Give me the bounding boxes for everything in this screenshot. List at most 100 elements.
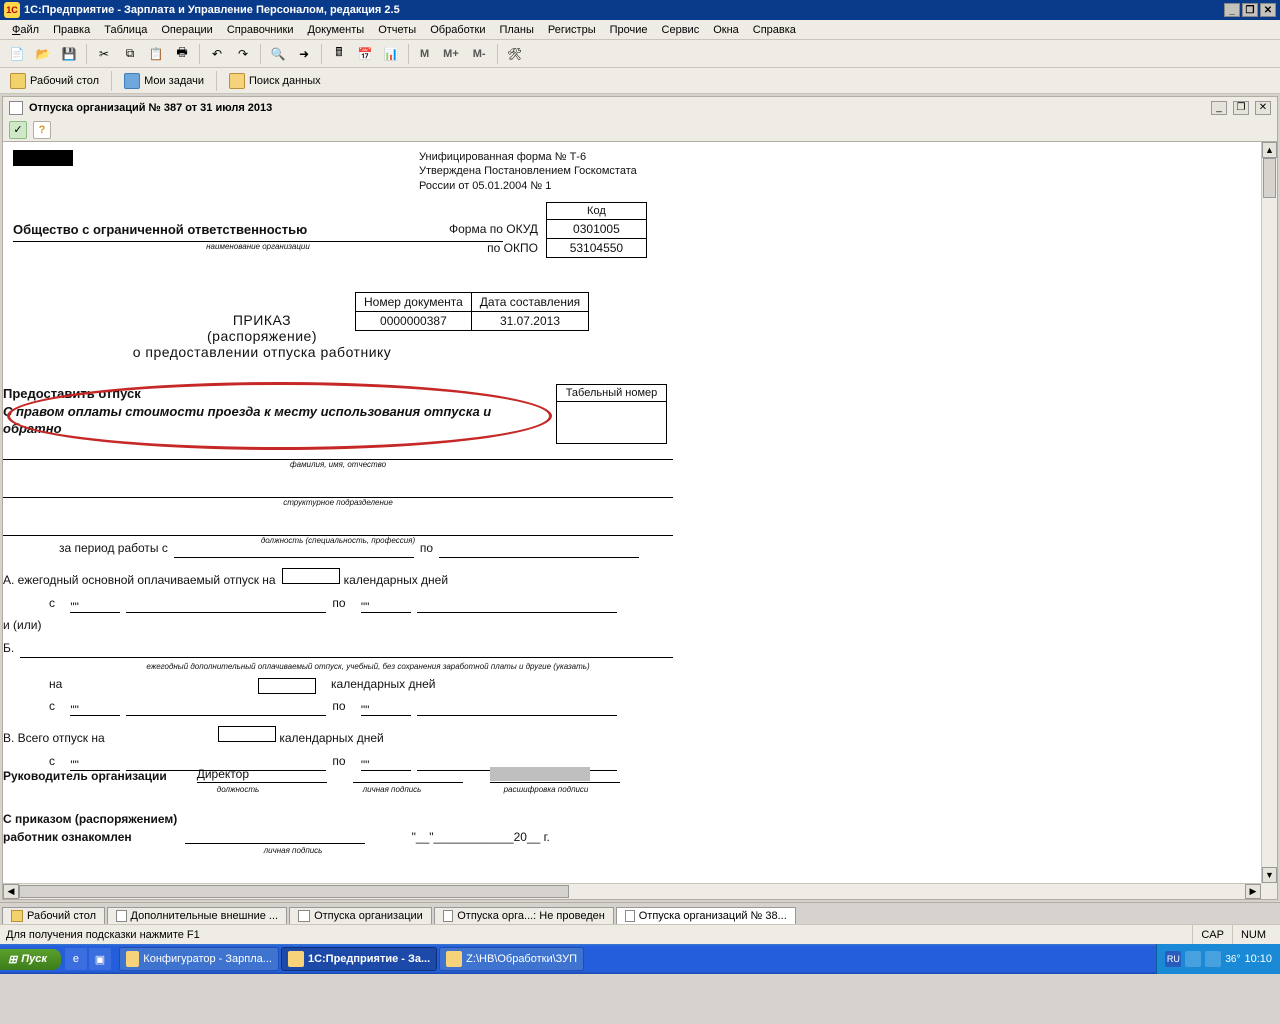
okpo-code: 53104550	[546, 239, 646, 258]
tray-icon[interactable]	[1185, 951, 1201, 967]
search-data-link[interactable]: Поиск данных	[225, 71, 325, 91]
my-tasks-link[interactable]: Мои задачи	[120, 71, 208, 91]
desktop-link[interactable]: Рабочий стол	[6, 71, 103, 91]
menu-file[interactable]: ФФайлайл	[6, 22, 45, 38]
menu-documents[interactable]: Документы	[301, 22, 370, 38]
tray-icon[interactable]	[1205, 951, 1221, 967]
menu-edit[interactable]: Правка	[47, 22, 96, 38]
status-hint: Для получения подсказки нажмите F1	[6, 929, 200, 941]
document-date: 31.07.2013	[471, 312, 588, 331]
app-icon	[126, 951, 139, 967]
doc-close-button[interactable]: ✕	[1255, 101, 1271, 115]
menu-reports[interactable]: Отчеты	[372, 22, 422, 38]
calendar-icon[interactable]: 📅	[354, 43, 376, 65]
order-title: ПРИКАЗ (распоряжение) о предоставлении о…	[107, 312, 417, 360]
signature-section: Руководитель организации Директор должно…	[3, 767, 673, 857]
menu-other[interactable]: Прочие	[604, 22, 654, 38]
show-desktop-icon[interactable]: ▣	[89, 948, 111, 970]
document-icon	[116, 910, 126, 922]
statusbar: Для получения подсказки нажмите F1 CAP N…	[0, 924, 1280, 944]
document-area: Унифицированная форма № Т-6 Утверждена П…	[2, 142, 1278, 900]
close-button[interactable]: ✕	[1260, 3, 1276, 17]
tab-vacations-list[interactable]: Отпуска организации	[289, 907, 432, 924]
employee-number-box: Табельный номер	[556, 384, 667, 444]
doc-minimize-button[interactable]: _	[1211, 101, 1227, 115]
help-icon[interactable]: ?	[33, 121, 51, 139]
scroll-right-icon[interactable]: ▶	[1245, 884, 1261, 899]
menu-processing[interactable]: Обработки	[424, 22, 491, 38]
menu-plans[interactable]: Планы	[493, 22, 539, 38]
grant-label: Предоставить отпуск	[3, 386, 141, 401]
clock: 10:10	[1244, 953, 1272, 965]
print-icon[interactable]: 🖶	[171, 43, 193, 65]
highlighted-clause: С правом оплаты стоимости проезда к мест…	[3, 404, 543, 438]
main-toolbar: 📄 📂 💾 ✂ ⧉ 📋 🖶 ↶ ↷ 🔍 ➜ 🖩 📅 📊 M M+ M- 🛠	[0, 40, 1280, 68]
document-icon	[9, 101, 23, 115]
tab-vacation-387[interactable]: Отпуска организаций № 38...	[616, 907, 796, 924]
windows-taskbar: ⊞Пуск e ▣ Конфигуратор - Зарпла... 1С:Пр…	[0, 944, 1280, 974]
status-num: NUM	[1232, 925, 1274, 944]
scroll-thumb[interactable]	[1263, 158, 1276, 198]
tasks-icon	[124, 73, 140, 89]
scroll-down-icon[interactable]: ▼	[1262, 867, 1277, 883]
memory-m-button[interactable]: M	[415, 43, 434, 65]
tab-desktop[interactable]: Рабочий стол	[2, 907, 105, 924]
menu-help[interactable]: Справка	[747, 22, 802, 38]
task-1c-enterprise[interactable]: 1С:Предприятие - За...	[281, 947, 437, 971]
scroll-up-icon[interactable]: ▲	[1262, 142, 1277, 158]
scroll-left-icon[interactable]: ◀	[3, 884, 19, 899]
vertical-scrollbar[interactable]: ▲ ▼	[1261, 142, 1277, 883]
memory-mminus-button[interactable]: M-	[468, 43, 491, 65]
ie-icon[interactable]: e	[65, 948, 87, 970]
redacted-name	[490, 767, 590, 781]
menu-table[interactable]: Таблица	[98, 22, 153, 38]
document-toolbar: ✓ ?	[2, 118, 1278, 142]
menu-operations[interactable]: Операции	[155, 22, 218, 38]
form-standard-header: Унифицированная форма № Т-6 Утверждена П…	[419, 150, 637, 193]
blackbox-placeholder	[13, 150, 73, 166]
tab-vacation-unposted[interactable]: Отпуска орга...: Не проведен	[434, 907, 614, 924]
desktop-icon	[11, 910, 23, 922]
minimize-button[interactable]: _	[1224, 3, 1240, 17]
doc-restore-button[interactable]: ❐	[1233, 101, 1249, 115]
form-body: за период работы спо А. ежегодный основн…	[3, 538, 673, 773]
menu-windows[interactable]: Окна	[707, 22, 745, 38]
okud-code: 0301005	[546, 220, 646, 239]
undo-icon[interactable]: ↶	[206, 43, 228, 65]
new-icon[interactable]: 📄	[6, 43, 28, 65]
tools-icon[interactable]: 🛠	[504, 43, 526, 65]
nav-toolbar: Рабочий стол Мои задачи Поиск данных	[0, 68, 1280, 94]
save-icon[interactable]: 💾	[58, 43, 80, 65]
document-tab-header: Отпуска организаций № 387 от 31 июля 201…	[2, 96, 1278, 118]
menubar: ФФайлайл Правка Таблица Операции Справоч…	[0, 20, 1280, 40]
menu-references[interactable]: Справочники	[221, 22, 300, 38]
menu-registers[interactable]: Регистры	[542, 22, 602, 38]
find-icon[interactable]: 🔍	[267, 43, 289, 65]
status-cap: CAP	[1192, 925, 1232, 944]
open-icon[interactable]: 📂	[32, 43, 54, 65]
weather-temp: 36°	[1225, 954, 1240, 965]
app-icon	[288, 951, 304, 967]
codes-section: Код Форма по ОКУД0301005 по ОКПО53104550	[441, 202, 647, 258]
horizontal-scrollbar[interactable]: ◀ ▶	[3, 883, 1261, 899]
paste-icon[interactable]: 📋	[145, 43, 167, 65]
start-button[interactable]: ⊞Пуск	[0, 949, 61, 970]
maximize-button[interactable]: ❐	[1242, 3, 1258, 17]
calc-icon[interactable]: 🖩	[328, 43, 350, 65]
window-titlebar: 1C 1С:Предприятие - Зарплата и Управлени…	[0, 0, 1280, 20]
print-save-icon[interactable]: ✓	[9, 121, 27, 139]
tab-external[interactable]: Дополнительные внешние ...	[107, 907, 287, 924]
lang-indicator[interactable]: RU	[1165, 951, 1181, 967]
redo-icon[interactable]: ↷	[232, 43, 254, 65]
form-page: Унифицированная форма № Т-6 Утверждена П…	[3, 142, 1193, 259]
memory-mplus-button[interactable]: M+	[438, 43, 464, 65]
task-configurator[interactable]: Конфигуратор - Зарпла...	[119, 947, 279, 971]
menu-service[interactable]: Сервис	[656, 22, 706, 38]
mdi-tabs: Рабочий стол Дополнительные внешние ... …	[0, 902, 1280, 924]
list-icon[interactable]: 📊	[380, 43, 402, 65]
hscroll-thumb[interactable]	[19, 885, 569, 898]
task-explorer[interactable]: Z:\НВ\Обработки\ЗУП	[439, 947, 584, 971]
copy-icon[interactable]: ⧉	[119, 43, 141, 65]
goto-icon[interactable]: ➜	[293, 43, 315, 65]
cut-icon[interactable]: ✂	[93, 43, 115, 65]
